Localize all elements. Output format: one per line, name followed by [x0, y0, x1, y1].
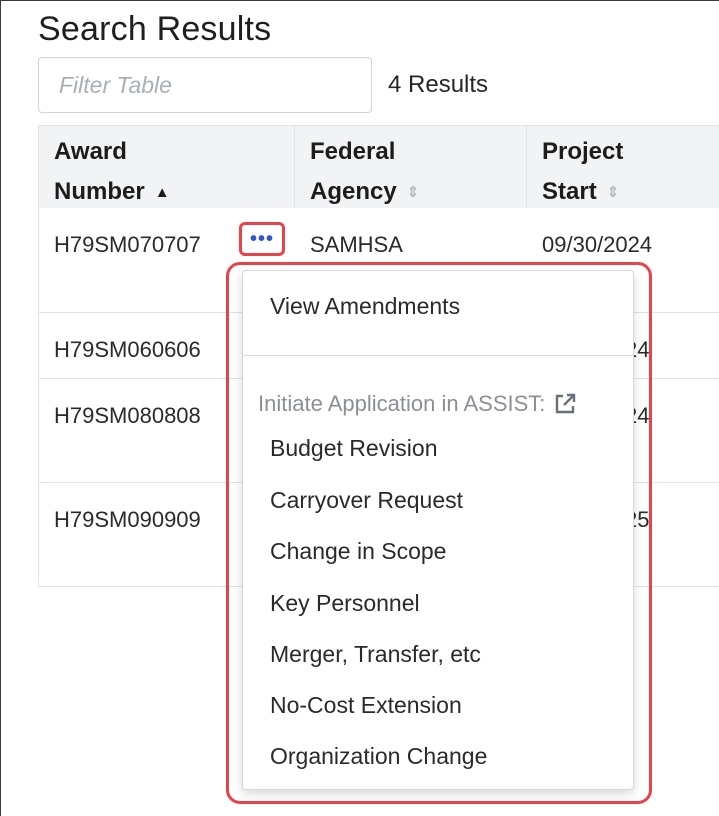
sort-both-icon: ⇕: [606, 183, 620, 201]
column-header-line: Award: [54, 138, 127, 165]
column-header-project-start[interactable]: Project Start ⇕: [526, 126, 719, 208]
more-actions-button[interactable]: •••: [239, 222, 285, 256]
column-header-line: Start: [542, 178, 597, 205]
dropdown-highlight-outline: [226, 262, 652, 804]
column-header-line: Number: [54, 178, 145, 205]
page-title: Search Results: [38, 10, 272, 48]
award-number-cell: H79SM090909: [54, 507, 201, 532]
award-number-cell: H79SM070707: [54, 232, 201, 257]
sort-both-icon: ⇕: [406, 183, 420, 201]
column-header-line: Project: [542, 138, 624, 165]
column-header-line: Agency: [310, 178, 397, 205]
column-header-federal-agency[interactable]: Federal Agency ⇕: [294, 126, 526, 208]
project-start-cell: 09/30/2024: [542, 232, 653, 257]
column-header-line: Federal: [310, 138, 396, 165]
table-header: Award Number ▲ Federal Agency ⇕ Project St…: [39, 125, 719, 209]
federal-agency-cell: SAMHSA: [310, 232, 403, 257]
sort-ascending-icon: ▲: [154, 183, 170, 201]
column-header-award-number[interactable]: Award Number ▲: [39, 126, 294, 208]
award-number-cell: H79SM060606: [54, 337, 201, 362]
ellipsis-icon: •••: [249, 228, 274, 250]
award-number-cell: H79SM080808: [54, 403, 201, 428]
filter-table-input[interactable]: [38, 57, 372, 113]
results-count: 4 Results: [388, 71, 489, 98]
